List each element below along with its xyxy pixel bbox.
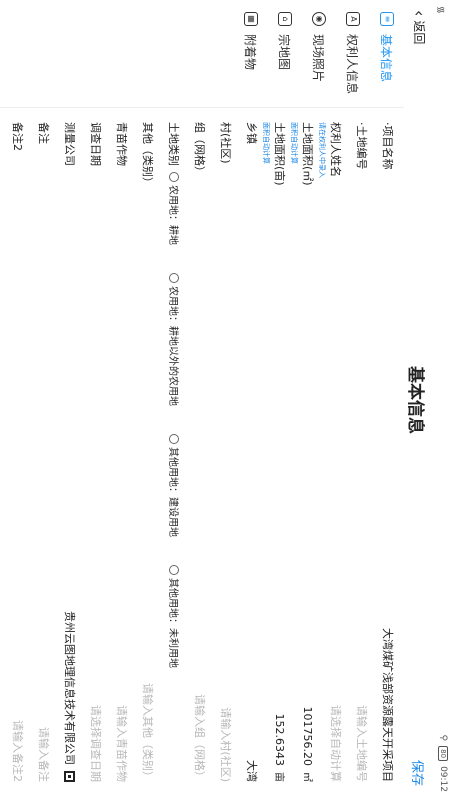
sidebar-item-label: 现场照片 [311,34,326,83]
header: ‹ 返回 基本信息 保存 [404,0,434,800]
sidebar-item-owner-info[interactable]: A 权利人信息 [336,0,370,107]
village-input[interactable]: 请输入村(社区) [218,707,234,782]
land-type-radio-group: 农用地：耕地 农用地：耕地以外的农用地 其他用地：建设用地 其他用地：未利用地 [167,172,182,668]
survey-company-label: 测量公司 [63,122,76,166]
row-land-code: ·土地编号 请输入土地编号 [348,108,374,800]
group-input[interactable]: 请输入组（网格） [192,694,208,782]
sidebar: ≡ 基本信息 A 权利人信息 ◉ 现场照片 ⌂ 宗地图 ▦ 附着物 [0,0,404,108]
land-code-label: ·土地编号 [355,122,368,170]
row-remark: 备注 请输入备注 [30,108,56,800]
status-time: 09:12 [438,766,448,792]
sidebar-item-attachments[interactable]: ▦ 附着物 [234,0,268,107]
sidebar-item-basic-info[interactable]: ≡ 基本信息 [370,0,404,107]
land-area-mu-label: 土地面积(亩) 面积自动计算 [261,122,288,186]
row-crops: 青苗作物 请输入青苗作物 [108,108,134,800]
status-bar: ᯾ ⚲ 80 09:12 [434,0,450,800]
list-icon: ≡ [380,12,394,26]
township-value[interactable]: 大湾 [244,760,260,782]
row-survey-date: 调查日期 请选择调查日期 [82,108,108,800]
radio-label: 其他用地：未利用地 [167,578,178,668]
location-icon: ⚲ [438,734,448,742]
sidebar-item-label: 附着物 [243,34,258,71]
row-village: 村(社区) 请输入村(社区) [212,108,238,800]
land-type-option-farmland[interactable]: 农用地：耕地 [167,172,182,245]
project-name-value[interactable]: 大湾煤矿浅部资源露天开采项目 [380,628,396,782]
row-land-area-mu: 土地面积(亩) 面积自动计算 152.6343 亩 [262,108,292,800]
radio-circle-icon [169,273,180,283]
land-area-mu-unit: 亩 [273,772,284,782]
sidebar-item-parcel-map[interactable]: ⌂ 宗地图 [268,0,302,107]
remark2-input[interactable]: 请输入备注2 [10,720,26,782]
other-label: 其他（类别） [141,122,154,188]
app-screen: ᯾ ⚲ 80 09:12 ‹ 返回 基本信息 保存 ≡ 基本信息 A 权利人信息… [0,0,450,800]
map-icon: ⌂ [278,12,292,26]
land-type-option-construction[interactable]: 其他用地：建设用地 [167,434,182,537]
row-land-area-m2: 土地面积(㎡) 面积自动计算 101756.20 ㎡ [290,108,320,800]
land-type-label: 土地类别 [167,122,180,166]
row-remark2: 备注2 请输入备注2 [4,108,30,800]
wifi-icon: ᯾ [435,6,445,14]
survey-date-picker[interactable]: 请选择调查日期 [88,705,104,782]
survey-company-value: 贵州云图地理信息技术有限公司 [63,611,76,765]
row-land-type: 土地类别 农用地：耕地 农用地：耕地以外的农用地 其他用地：建设用地 其他用地：… [160,108,186,800]
land-area-mu-label-text: 土地面积(亩) [273,122,286,186]
township-label: 乡镇 [245,122,258,144]
camera-icon: ◉ [312,12,326,26]
land-area-m2-unit: ㎡ [301,772,312,782]
save-button[interactable]: 保存 [409,760,428,786]
remark-label: 备注 [37,122,50,144]
building-icon: ▦ [244,12,258,26]
survey-company-field[interactable]: 贵州云图地理信息技术有限公司 [62,611,78,782]
row-group: 组（网格） 请输入组（网格） [186,108,212,800]
sidebar-item-site-photos[interactable]: ◉ 现场照片 [302,0,336,107]
group-label: 组（网格） [193,122,206,177]
row-project-name: ·项目名称 大湾煤矿浅部资源露天开采项目 [374,108,400,800]
radio-label: 农用地：耕地以外的农用地 [167,286,178,406]
land-area-mu-value: 152.6343 [273,713,286,767]
qr-scan-icon[interactable] [64,771,76,782]
row-township: 乡镇 大湾 [238,108,264,800]
other-input[interactable]: 请输入其他（类别） [140,683,156,782]
owner-name-label-text: 权利人姓名 [329,122,342,177]
radio-label: 农用地：耕地 [167,185,178,245]
page-title: 基本信息 [405,366,425,434]
crops-input[interactable]: 请输入青苗作物 [114,705,130,782]
battery-icon: 80 [438,746,448,762]
row-survey-company: 测量公司 贵州云图地理信息技术有限公司 [56,108,82,800]
radio-circle-icon [169,434,180,444]
land-area-m2-label-text: 土地面积(㎡) [301,122,314,186]
sidebar-item-label: 宗地图 [277,34,292,71]
basic-info-form: ·项目名称 大湾煤矿浅部资源露天开采项目 ·土地编号 请输入土地编号 权利人姓名… [0,108,404,800]
sidebar-item-label: 权利人信息 [345,34,360,95]
land-area-m2-value: 101756.20 [301,706,314,767]
land-area-m2-label: 土地面积(㎡) 面积自动计算 [289,122,316,186]
row-other: 其他（类别） 请输入其他（类别） [134,108,160,800]
id-card-icon: A [346,12,360,26]
radio-circle-icon [169,172,180,182]
land-area-m2-field[interactable]: 101756.20 ㎡ [301,707,316,783]
survey-date-label: 调查日期 [89,122,102,166]
project-name-label: ·项目名称 [381,122,394,170]
radio-circle-icon [169,565,180,575]
owner-name-label: 权利人姓名 请在权利人中录入 [317,122,344,178]
sidebar-item-label: 基本信息 [379,34,394,83]
land-type-option-other-farmland[interactable]: 农用地：耕地以外的农用地 [167,273,182,406]
crops-label: 青苗作物 [115,122,128,166]
owner-name-input[interactable]: 请选择自动计算 [328,705,344,782]
radio-label: 其他用地：建设用地 [167,447,178,537]
land-code-input[interactable]: 请输入土地编号 [354,705,370,782]
remark2-label: 备注2 [11,122,24,151]
village-label: 村(社区) [219,122,232,164]
remark-input[interactable]: 请输入备注 [36,727,52,782]
row-owner-name: 权利人姓名 请在权利人中录入 请选择自动计算 [318,108,348,800]
land-type-option-unused[interactable]: 其他用地：未利用地 [167,565,182,668]
land-area-mu-field[interactable]: 152.6343 亩 [273,714,288,783]
